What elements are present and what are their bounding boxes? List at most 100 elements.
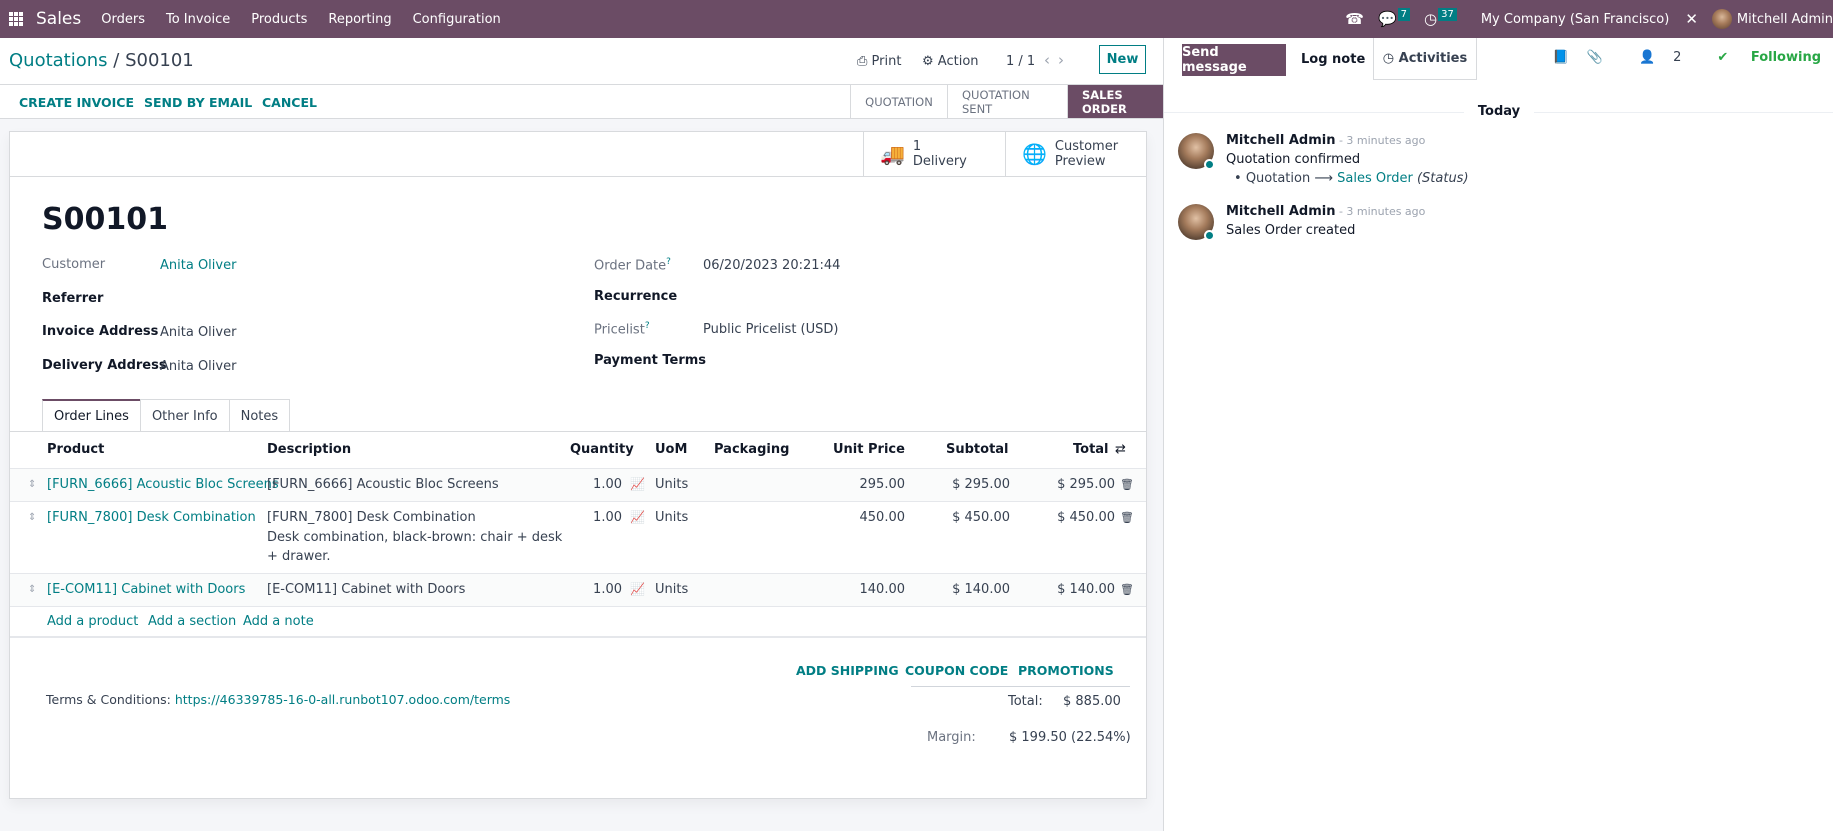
tab-other-info[interactable]: Other Info: [139, 399, 230, 432]
pager-next-icon[interactable]: ›: [1058, 51, 1072, 69]
activities-button[interactable]: ◷ Activities: [1373, 38, 1477, 80]
table-row[interactable]: ⇕ [E-COM11] Cabinet with Doors [E-COM11]…: [10, 573, 1146, 606]
row-unit-price[interactable]: 140.00: [790, 582, 906, 597]
row-description-line2[interactable]: Desk combination, black-brown: chair + d…: [267, 530, 562, 545]
author-name[interactable]: Mitchell Admin: [1226, 204, 1335, 219]
row-product[interactable]: [FURN_6666] Acoustic Bloc Screens: [47, 477, 279, 492]
breadcrumb-quotations[interactable]: Quotations: [9, 50, 108, 71]
followers-button[interactable]: 👤 2: [1621, 50, 1681, 65]
col-unit-price[interactable]: Unit Price: [833, 442, 905, 457]
row-uom[interactable]: Units: [655, 510, 688, 525]
menu-to-invoice[interactable]: To Invoice: [166, 12, 230, 27]
row-uom[interactable]: Units: [655, 477, 688, 492]
terms-link[interactable]: https://46339785-16-0-all.runbot107.odoo…: [175, 692, 510, 707]
breadcrumb-separator: /: [107, 50, 126, 71]
help-icon[interactable]: ?: [666, 257, 671, 267]
col-subtotal[interactable]: Subtotal: [946, 442, 1009, 457]
delete-line-icon[interactable]: 🗑: [1120, 478, 1134, 491]
breadcrumb: Quotations / S00101: [9, 50, 194, 71]
menu-configuration[interactable]: Configuration: [413, 12, 501, 27]
cancel-button[interactable]: CANCEL: [262, 95, 317, 110]
row-description[interactable]: [E-COM11] Cabinet with Doors: [267, 582, 465, 597]
promotions-button[interactable]: PROMOTIONS: [1018, 663, 1114, 678]
pricelist-field[interactable]: Public Pricelist (USD): [703, 322, 838, 337]
col-quantity[interactable]: Quantity: [570, 442, 634, 457]
drag-handle-icon[interactable]: ⇕: [28, 479, 36, 490]
delete-line-icon[interactable]: 🗑: [1120, 511, 1134, 524]
add-section-link[interactable]: Add a section: [148, 614, 236, 629]
help-icon[interactable]: ?: [645, 321, 650, 331]
send-message-button[interactable]: Send message: [1182, 44, 1286, 76]
delete-line-icon[interactable]: 🗑: [1120, 583, 1134, 596]
add-product-link[interactable]: Add a product: [47, 614, 138, 629]
menu-products[interactable]: Products: [251, 12, 307, 27]
row-unit-price[interactable]: 295.00: [790, 477, 906, 492]
row-quantity[interactable]: 1.00: [550, 477, 622, 492]
invoice-address-field[interactable]: Anita Oliver: [160, 325, 236, 340]
row-description-line1[interactable]: [FURN_7800] Desk Combination: [267, 510, 476, 525]
col-total[interactable]: Total: [1073, 442, 1109, 457]
menu-orders[interactable]: Orders: [101, 12, 145, 27]
phone-icon[interactable]: ☎: [1345, 10, 1364, 28]
author-name[interactable]: Mitchell Admin: [1226, 133, 1335, 148]
apps-menu-icon[interactable]: [4, 0, 28, 38]
add-shipping-button[interactable]: ADD SHIPPING: [796, 663, 899, 678]
row-product[interactable]: [FURN_7800] Desk Combination: [47, 510, 256, 525]
coupon-code-button[interactable]: COUPON CODE: [905, 663, 1008, 678]
forecast-chart-icon[interactable]: 📈: [630, 510, 645, 524]
order-date-field[interactable]: 06/20/2023 20:21:44: [703, 258, 840, 273]
stage-quotation[interactable]: QUOTATION: [850, 85, 947, 118]
pager-previous-icon[interactable]: ‹: [1044, 51, 1058, 69]
status-bar: CREATE INVOICE SEND BY EMAIL CANCEL QUOT…: [0, 85, 1163, 119]
add-note-link[interactable]: Add a note: [243, 614, 314, 629]
paperclip-icon[interactable]: 📎: [1587, 50, 1603, 65]
form-sheet: 🚚 1 Delivery 🌐 Customer Preview S00101 Cus…: [9, 131, 1147, 799]
row-description[interactable]: [FURN_6666] Acoustic Bloc Screens: [267, 477, 499, 492]
pager-value[interactable]: 1 / 1: [1006, 54, 1035, 69]
print-button[interactable]: ⎙ Print: [857, 54, 901, 69]
col-uom[interactable]: UoM: [655, 442, 687, 457]
referrer-field[interactable]: [160, 291, 460, 307]
new-button[interactable]: New: [1099, 45, 1146, 74]
col-description[interactable]: Description: [267, 442, 351, 457]
send-by-email-button[interactable]: SEND BY EMAIL: [144, 95, 252, 110]
payment-terms-field[interactable]: [703, 353, 1003, 369]
app-name[interactable]: Sales: [36, 9, 81, 29]
col-packaging[interactable]: Packaging: [714, 442, 789, 457]
optional-columns-icon[interactable]: ⇄: [1115, 442, 1126, 457]
create-invoice-button[interactable]: CREATE INVOICE: [19, 95, 134, 110]
forecast-chart-icon[interactable]: 📈: [630, 477, 645, 491]
row-quantity[interactable]: 1.00: [550, 510, 622, 525]
messages-icon[interactable]: 💬 7: [1378, 7, 1411, 28]
menu-reporting[interactable]: Reporting: [328, 12, 391, 27]
action-button[interactable]: ⚙ Action: [922, 54, 979, 69]
table-row[interactable]: ⇕ [FURN_7800] Desk Combination [FURN_780…: [10, 501, 1146, 573]
stage-quotation-sent[interactable]: QUOTATION SENT: [947, 85, 1067, 118]
following-label: Following: [1750, 50, 1821, 65]
recurrence-field[interactable]: [703, 289, 1003, 305]
tab-notes[interactable]: Notes: [228, 399, 291, 432]
debug-tools-icon[interactable]: ✕: [1685, 10, 1698, 28]
forecast-chart-icon[interactable]: 📈: [630, 582, 645, 596]
delivery-smart-button[interactable]: 🚚 1 Delivery: [863, 132, 1005, 176]
user-menu[interactable]: Mitchell Admin: [1711, 9, 1833, 29]
delivery-address-field[interactable]: Anita Oliver: [160, 359, 236, 374]
following-button[interactable]: ✔ Following: [1699, 50, 1821, 65]
row-quantity[interactable]: 1.00: [550, 582, 622, 597]
row-unit-price[interactable]: 450.00: [790, 510, 906, 525]
drag-handle-icon[interactable]: ⇕: [28, 512, 36, 523]
table-row[interactable]: ⇕ [FURN_6666] Acoustic Bloc Screens [FUR…: [10, 468, 1146, 501]
activities-clock-icon[interactable]: ◷ 37: [1424, 7, 1457, 28]
col-product[interactable]: Product: [47, 442, 104, 457]
drag-handle-icon[interactable]: ⇕: [28, 584, 36, 595]
customer-preview-button[interactable]: 🌐 Customer Preview: [1005, 132, 1146, 176]
book-icon[interactable]: 📘: [1553, 50, 1569, 65]
customer-field[interactable]: Anita Oliver: [160, 258, 236, 273]
tab-order-lines[interactable]: Order Lines: [42, 399, 141, 432]
row-uom[interactable]: Units: [655, 582, 688, 597]
log-note-button[interactable]: Log note: [1301, 52, 1365, 67]
row-description-line3[interactable]: + drawer.: [267, 549, 331, 564]
stage-sales-order[interactable]: SALES ORDER: [1067, 85, 1163, 118]
company-switcher[interactable]: My Company (San Francisco): [1481, 12, 1669, 27]
row-product[interactable]: [E-COM11] Cabinet with Doors: [47, 582, 245, 597]
